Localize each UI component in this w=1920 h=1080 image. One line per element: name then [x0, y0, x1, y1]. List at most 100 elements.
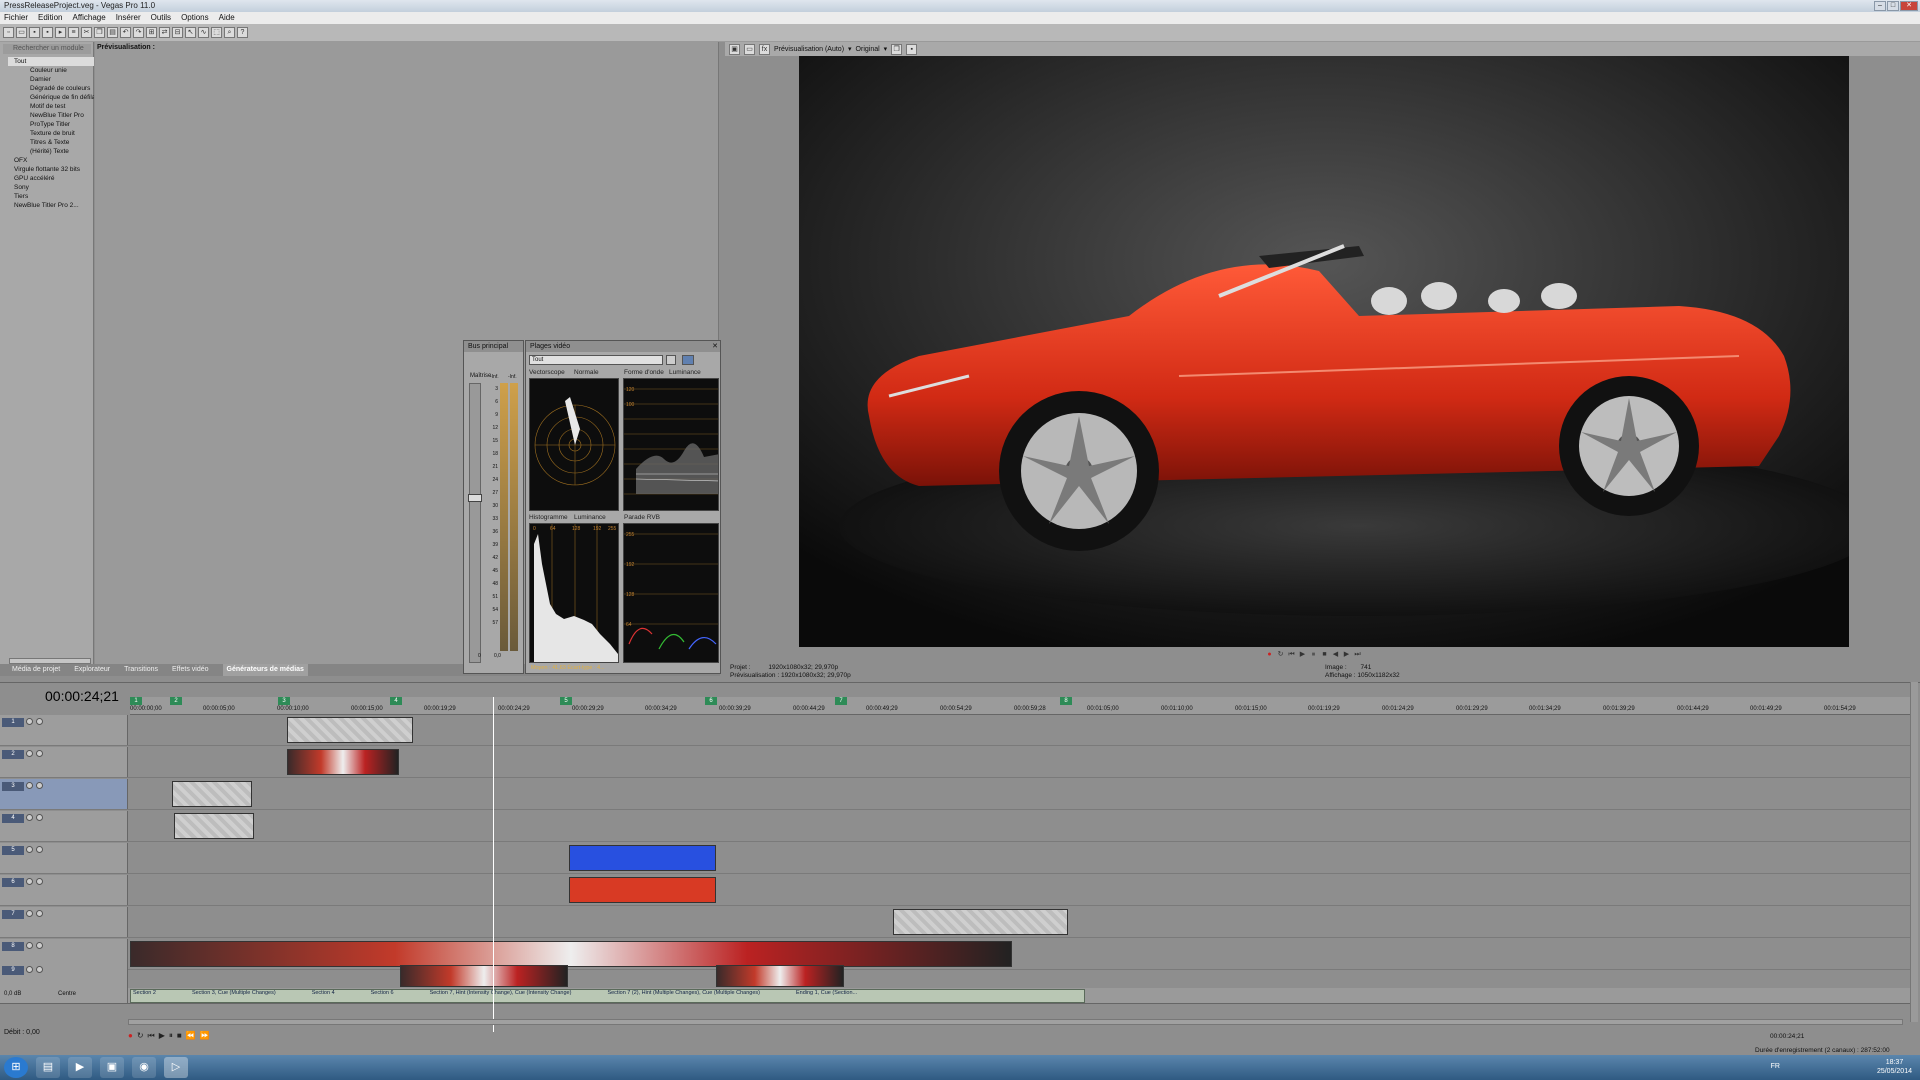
save-icon[interactable]: ▪	[29, 27, 40, 38]
help-icon[interactable]: ?	[237, 27, 248, 38]
mute-icon[interactable]	[26, 910, 33, 917]
app-icon[interactable]: ▣	[100, 1057, 124, 1078]
normal-edit-tool-icon[interactable]: ↖	[185, 27, 196, 38]
save-snapshot-icon[interactable]: ▪	[906, 43, 918, 55]
scope-update-icon[interactable]	[682, 355, 694, 365]
loop-icon[interactable]: ↻	[137, 1031, 144, 1041]
tab-transitions[interactable]: Transitions	[124, 664, 158, 676]
waveform-mode[interactable]: Luminance	[669, 369, 701, 376]
histogram-mode[interactable]: Luminance	[574, 514, 606, 521]
tab-project-media[interactable]: Média de projet	[12, 664, 60, 676]
record-icon[interactable]: ●	[128, 1031, 133, 1041]
track-header[interactable]: 5	[0, 843, 128, 873]
stop-icon[interactable]: ■	[1320, 650, 1329, 659]
chevron-down-icon[interactable]: ▾	[884, 45, 888, 53]
marker[interactable]: 8	[1060, 697, 1072, 705]
mute-icon[interactable]	[26, 718, 33, 725]
master-fader-handle[interactable]	[468, 494, 482, 502]
solo-icon[interactable]	[36, 750, 43, 757]
play-icon[interactable]: ▶	[1298, 650, 1307, 659]
tab-video-fx[interactable]: Effets vidéo	[172, 664, 208, 676]
tree-item[interactable]: ProType Titler	[8, 120, 94, 129]
tree-item[interactable]: Dégradé de couleurs	[8, 84, 94, 93]
menu-file[interactable]: Fichier	[4, 12, 28, 24]
tree-item[interactable]: Couleur unie	[8, 66, 94, 75]
tree-item[interactable]: Damier	[8, 75, 94, 84]
playhead-cursor[interactable]	[493, 697, 494, 1032]
timeline-clip[interactable]	[174, 813, 254, 839]
pause-icon[interactable]: ⏸	[1309, 650, 1318, 659]
tree-item[interactable]: Titres & Texte	[8, 138, 94, 147]
timeline-clip[interactable]	[287, 717, 413, 743]
mute-icon[interactable]	[26, 782, 33, 789]
solo-icon[interactable]	[36, 910, 43, 917]
timeline-clip[interactable]	[893, 909, 1068, 935]
play-from-start-icon[interactable]: ⏮	[148, 1031, 155, 1041]
tree-item[interactable]: Générique de fin défilant	[8, 93, 94, 102]
undo-icon[interactable]: ↶	[120, 27, 131, 38]
record-icon[interactable]: ●	[1265, 650, 1274, 659]
master-fader-track[interactable]	[468, 383, 482, 663]
timeline-timecode[interactable]: 00:00:24;21	[45, 688, 119, 704]
media-player-icon[interactable]: ▶	[68, 1057, 92, 1078]
pause-icon[interactable]: ⏸	[169, 1031, 173, 1041]
mute-icon[interactable]	[26, 846, 33, 853]
zoom-tool-icon[interactable]: ⌕	[224, 27, 235, 38]
firefox-icon[interactable]: ◉	[132, 1057, 156, 1078]
start-button[interactable]: ⊞	[4, 1057, 28, 1078]
marker[interactable]: 2	[170, 697, 182, 705]
menu-options[interactable]: Options	[181, 12, 209, 24]
track-header[interactable]: 7	[0, 907, 128, 937]
search-input[interactable]: Rechercher un module	[3, 44, 91, 54]
scope-preset-select[interactable]: Tout	[529, 355, 663, 365]
solo-icon[interactable]	[36, 846, 43, 853]
timeline-clip[interactable]	[716, 965, 844, 987]
maximize-button[interactable]: □	[1887, 1, 1899, 11]
solo-icon[interactable]	[36, 966, 43, 973]
timeline-vertical-scrollbar[interactable]	[1910, 682, 1918, 1022]
tab-explorer[interactable]: Explorateur	[74, 664, 110, 676]
go-to-start-icon[interactable]: ⏪	[186, 1031, 196, 1041]
play-from-start-icon[interactable]: ⏮	[1287, 650, 1296, 659]
track-header[interactable]: 3	[0, 779, 128, 809]
mute-icon[interactable]	[26, 814, 33, 821]
marker[interactable]: 1	[130, 697, 142, 705]
close-button[interactable]: ✕	[1900, 1, 1918, 11]
track-header[interactable]: 9	[0, 963, 128, 988]
timeline-ruler[interactable]: 1 2 3 4 5 6 7 8 00:00:00;00 00:00:05;00 …	[130, 697, 1910, 715]
timeline-clip[interactable]	[569, 845, 716, 871]
track-header[interactable]: 2	[0, 747, 128, 777]
external-monitor-icon[interactable]: ▭	[744, 43, 755, 55]
tree-folder[interactable]: NewBlue Titler Pro 2...	[8, 201, 94, 210]
menu-edit[interactable]: Edition	[38, 12, 62, 24]
new-icon[interactable]: ▫	[3, 27, 14, 38]
cut-icon[interactable]: ✂	[81, 27, 92, 38]
audio-track-header[interactable]: 0,0 dB Centre	[0, 988, 128, 1003]
lock-envelopes-icon[interactable]: ⊟	[172, 27, 183, 38]
menu-view[interactable]: Affichage	[72, 12, 105, 24]
render-icon[interactable]: ▸	[55, 27, 66, 38]
file-explorer-icon[interactable]: ▤	[36, 1057, 60, 1078]
audio-volume[interactable]: 0,0 dB	[4, 991, 21, 997]
system-clock[interactable]: 18:37 25/05/2014	[1877, 1058, 1912, 1076]
track-header[interactable]: 6	[0, 875, 128, 905]
language-indicator[interactable]: FR	[1771, 1063, 1780, 1070]
project-properties-icon[interactable]: ▣	[729, 43, 740, 55]
audio-clip[interactable]: Section 2 Section 3, Cue (Multiple Chang…	[130, 989, 1085, 1003]
envelope-tool-icon[interactable]: ∿	[198, 27, 209, 38]
loop-icon[interactable]: ↻	[1276, 650, 1285, 659]
audio-pan[interactable]: Centre	[58, 991, 76, 997]
minimize-button[interactable]: –	[1874, 1, 1886, 11]
tree-item[interactable]: Texture de bruit	[8, 129, 94, 138]
chevron-down-icon[interactable]: ▾	[848, 45, 852, 53]
marker[interactable]: 6	[705, 697, 717, 705]
marker[interactable]: 3	[278, 697, 290, 705]
menu-help[interactable]: Aide	[219, 12, 235, 24]
solo-icon[interactable]	[36, 942, 43, 949]
mute-icon[interactable]	[26, 942, 33, 949]
menu-tools[interactable]: Outils	[151, 12, 171, 24]
menu-insert[interactable]: Insérer	[116, 12, 141, 24]
tree-item[interactable]: NewBlue Titler Pro	[8, 111, 94, 120]
tree-item[interactable]: Motif de test	[8, 102, 94, 111]
tree-item[interactable]: (Hérité) Texte	[8, 147, 94, 156]
